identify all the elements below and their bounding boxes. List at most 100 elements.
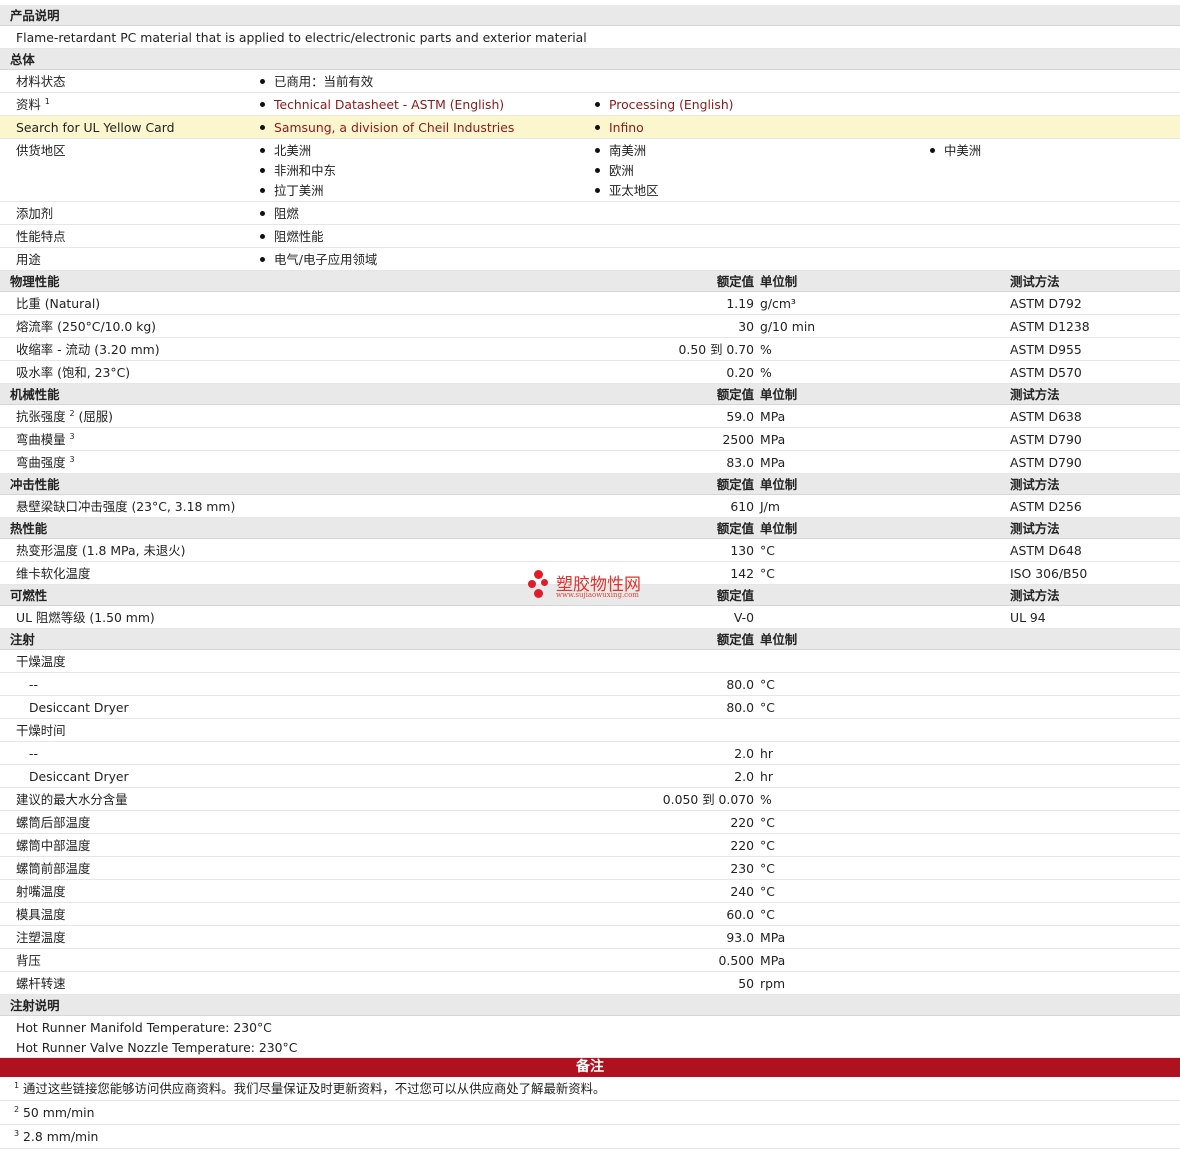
product-description: Flame-retardant PC material that is appl… [16, 30, 587, 45]
footnote: 1 通过这些链接您能够访问供应商资料。我们尽量保证及时更新资料，不过您可以从供应… [0, 1077, 1180, 1101]
property-row: -- 2.0 hr [0, 742, 1180, 765]
property-unit: °C [760, 838, 775, 853]
property-row: Desiccant Dryer 80.0 °C [0, 696, 1180, 719]
additive-value: 阻燃 [260, 202, 299, 225]
use-label: 用途 [16, 252, 41, 267]
property-row: 抗张强度 2 (屈服) 59.0 MPa ASTM D638 [0, 405, 1180, 428]
property-unit: °C [760, 566, 775, 581]
property-label: 背压 [16, 953, 41, 968]
property-unit: J/m [760, 499, 780, 514]
property-value: 230 [730, 861, 754, 876]
property-label: 射嘴温度 [16, 884, 66, 899]
region-item: 亚太地区 [595, 179, 659, 202]
property-unit: g/10 min [760, 319, 816, 334]
property-value: 2.0 [734, 746, 754, 761]
property-value: 80.0 [726, 700, 754, 715]
property-label: -- [29, 746, 38, 761]
section-title: 注射说明 [10, 998, 60, 1013]
region-item: 拉丁美洲 [260, 179, 324, 202]
property-unit: MPa [760, 432, 786, 447]
property-unit: MPa [760, 953, 786, 968]
section-header-mechanical: 机械性能 额定值 单位制 测试方法 [0, 384, 1180, 405]
property-label: 熔流率 (250°C/10.0 kg) [16, 319, 157, 334]
col-unit: 单位制 [760, 632, 798, 647]
property-row: -- 80.0 °C [0, 673, 1180, 696]
ul-link-samsung[interactable]: Samsung, a division of Cheil Industries [260, 116, 514, 139]
property-row: 螺筒中部温度 220 °C [0, 834, 1180, 857]
drying-temp-label: 干燥温度 [16, 654, 66, 669]
datasheet-page: 产品说明 Flame-retardant PC material that is… [0, 0, 1180, 1169]
col-nominal: 额定值 [716, 588, 754, 603]
property-value: 610 [730, 499, 754, 514]
col-method: 测试方法 [1010, 588, 1060, 603]
property-label: -- [29, 677, 38, 692]
property-value: 0.50 到 0.70 [678, 342, 754, 357]
property-value: 83.0 [726, 455, 754, 470]
property-row: 注塑温度 93.0 MPa [0, 926, 1180, 949]
injection-notes-row: Hot Runner Manifold Temperature: 230°C H… [0, 1016, 1180, 1058]
col-unit: 单位制 [760, 521, 798, 536]
property-unit: °C [760, 884, 775, 899]
property-unit: % [760, 365, 772, 380]
material-status-row: 材料状态 已商用：当前有效 [0, 70, 1180, 93]
property-method: ASTM D256 [1010, 499, 1082, 514]
col-method: 测试方法 [1010, 387, 1060, 402]
additive-row: 添加剂 阻燃 [0, 202, 1180, 225]
section-title: 总体 [10, 52, 35, 67]
property-row: 背压 0.500 MPa [0, 949, 1180, 972]
property-label: 螺筒前部温度 [16, 861, 91, 876]
docs-label: 资料 1 [16, 97, 50, 112]
property-value: 2.0 [734, 769, 754, 784]
property-unit: % [760, 792, 772, 807]
feature-label: 性能特点 [16, 229, 66, 244]
property-value: 30 [738, 319, 754, 334]
property-method: ISO 306/B50 [1010, 566, 1088, 581]
col-method: 测试方法 [1010, 274, 1060, 289]
property-unit: MPa [760, 455, 786, 470]
col-unit: 单位制 [760, 387, 798, 402]
group-label-row: 干燥温度 [0, 650, 1180, 673]
col-nominal: 额定值 [716, 387, 754, 402]
property-value: 130 [730, 543, 754, 558]
property-value: 0.050 到 0.070 [662, 792, 754, 807]
property-value: 80.0 [726, 677, 754, 692]
property-row: 吸水率 (饱和, 23°C) 0.20% ASTM D570 [0, 361, 1180, 384]
region-item: 中美洲 [930, 139, 981, 162]
docs-link-astm[interactable]: Technical Datasheet - ASTM (English) [260, 93, 504, 116]
property-label: 弯曲强度 3 [16, 455, 75, 470]
feature-row: 性能特点 阻燃性能 [0, 225, 1180, 248]
property-method: ASTM D570 [1010, 365, 1082, 380]
ul-yellow-card-label: Search for UL Yellow Card [16, 120, 175, 135]
property-method: ASTM D1238 [1010, 319, 1090, 334]
docs-link-processing[interactable]: Processing (English) [595, 93, 734, 116]
property-value: 60.0 [726, 907, 754, 922]
property-method: ASTM D648 [1010, 543, 1082, 558]
property-value: 0.20 [726, 365, 754, 380]
section-header-injection-notes: 注射说明 [0, 995, 1180, 1016]
col-unit: 单位制 [760, 477, 798, 492]
region-label: 供货地区 [16, 143, 66, 158]
property-label: 收缩率 - 流动 (3.20 mm) [16, 342, 160, 357]
property-value: 93.0 [726, 930, 754, 945]
property-method: ASTM D792 [1010, 296, 1082, 311]
property-method: ASTM D955 [1010, 342, 1082, 357]
property-label: UL 阻燃等级 (1.50 mm) [16, 610, 155, 625]
section-header-general: 总体 [0, 49, 1180, 70]
property-unit: % [760, 342, 772, 357]
region-row: 供货地区 北美洲 南美洲 中美洲 非洲和中东 欧洲 拉丁美洲 亚太地区 [0, 139, 1180, 202]
ul-link-infino[interactable]: Infino [595, 116, 644, 139]
property-value: 1.19 [726, 296, 754, 311]
property-value: 2500 [722, 432, 754, 447]
property-row: 收缩率 - 流动 (3.20 mm) 0.50 到 0.70% ASTM D955 [0, 338, 1180, 361]
property-unit: hr [760, 746, 773, 761]
property-method: UL 94 [1010, 610, 1046, 625]
property-label: 吸水率 (饱和, 23°C) [16, 365, 131, 380]
section-title: 冲击性能 [10, 477, 60, 492]
property-value: 59.0 [726, 409, 754, 424]
section-title: 注射 [10, 632, 35, 647]
use-row: 用途 电气/电子应用领域 [0, 248, 1180, 271]
property-label: Desiccant Dryer [29, 700, 129, 715]
property-row: 热变形温度 (1.8 MPa, 未退火) 130 °C ASTM D648 [0, 539, 1180, 562]
property-row: 建议的最大水分含量 0.050 到 0.070% [0, 788, 1180, 811]
property-value: 240 [730, 884, 754, 899]
